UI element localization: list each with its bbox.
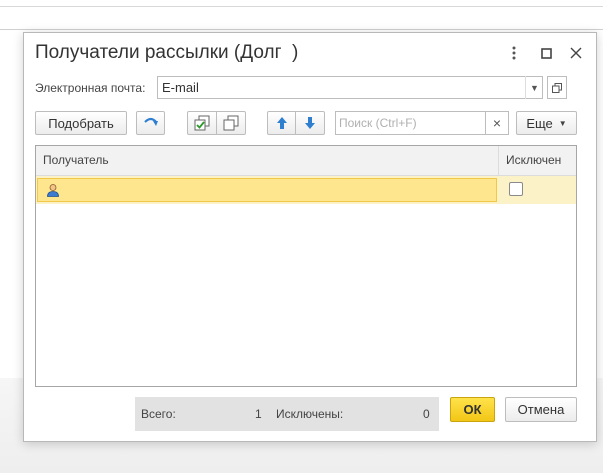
- table-row[interactable]: [36, 176, 576, 204]
- table-header: Получатель Исключен: [36, 146, 576, 176]
- move-button[interactable]: [136, 111, 165, 135]
- copy-icon: [223, 115, 239, 131]
- recipient-cell[interactable]: [37, 178, 497, 202]
- recipients-table: Получатель Исключен: [35, 145, 577, 387]
- column-header-excluded[interactable]: Исключен: [506, 146, 561, 175]
- dropdown-icon[interactable]: ▼: [525, 76, 543, 99]
- more-actions-button[interactable]: Еще ▼: [516, 111, 577, 135]
- cancel-button-label: Отмена: [517, 402, 565, 417]
- check-all-icon: [194, 115, 210, 131]
- excluded-label: Исключены:: [276, 407, 344, 421]
- arrow-up-icon: [276, 117, 287, 129]
- search-clear-button[interactable]: ×: [485, 111, 509, 135]
- email-value: E-mail: [162, 80, 199, 95]
- pick-button-label: Подобрать: [48, 115, 114, 131]
- check-all-button[interactable]: [187, 111, 217, 135]
- more-vertical-icon[interactable]: [503, 42, 525, 64]
- user-icon: [47, 184, 59, 197]
- search-input[interactable]: [335, 111, 509, 135]
- clear-icon: ×: [492, 115, 502, 131]
- background-divider: [0, 6, 603, 7]
- move-up-button[interactable]: [267, 111, 296, 135]
- maximize-icon[interactable]: [535, 42, 557, 64]
- summary-bar: Всего: 1 Исключены: 0: [135, 397, 439, 431]
- email-label: Электронная почта:: [35, 81, 146, 95]
- copy-button[interactable]: [216, 111, 246, 135]
- move-arrow-icon: [143, 117, 158, 126]
- pick-button[interactable]: Подобрать: [35, 111, 127, 135]
- excluded-checkbox[interactable]: [509, 182, 523, 196]
- excluded-value: 0: [423, 407, 430, 421]
- column-divider: [498, 146, 499, 175]
- close-icon[interactable]: [565, 42, 587, 64]
- open-icon[interactable]: [547, 76, 567, 99]
- background-divider: [0, 29, 603, 30]
- ok-button-label: ОК: [463, 402, 482, 417]
- move-down-button[interactable]: [295, 111, 325, 135]
- column-header-recipient[interactable]: Получатель: [43, 146, 109, 175]
- arrow-down-icon: [305, 117, 315, 129]
- dialog-title: Получатели рассылки (Долг ): [35, 42, 299, 63]
- total-label: Всего:: [141, 407, 176, 421]
- email-field[interactable]: E-mail: [157, 76, 543, 99]
- chevron-down-icon: ▼: [558, 118, 567, 128]
- total-value: 1: [255, 407, 262, 421]
- recipients-dialog: Получатели рассылки (Долг ) Электронная …: [23, 32, 597, 442]
- more-actions-label: Еще: [526, 115, 553, 131]
- ok-button[interactable]: ОК: [450, 397, 495, 422]
- cancel-button[interactable]: Отмена: [505, 397, 577, 422]
